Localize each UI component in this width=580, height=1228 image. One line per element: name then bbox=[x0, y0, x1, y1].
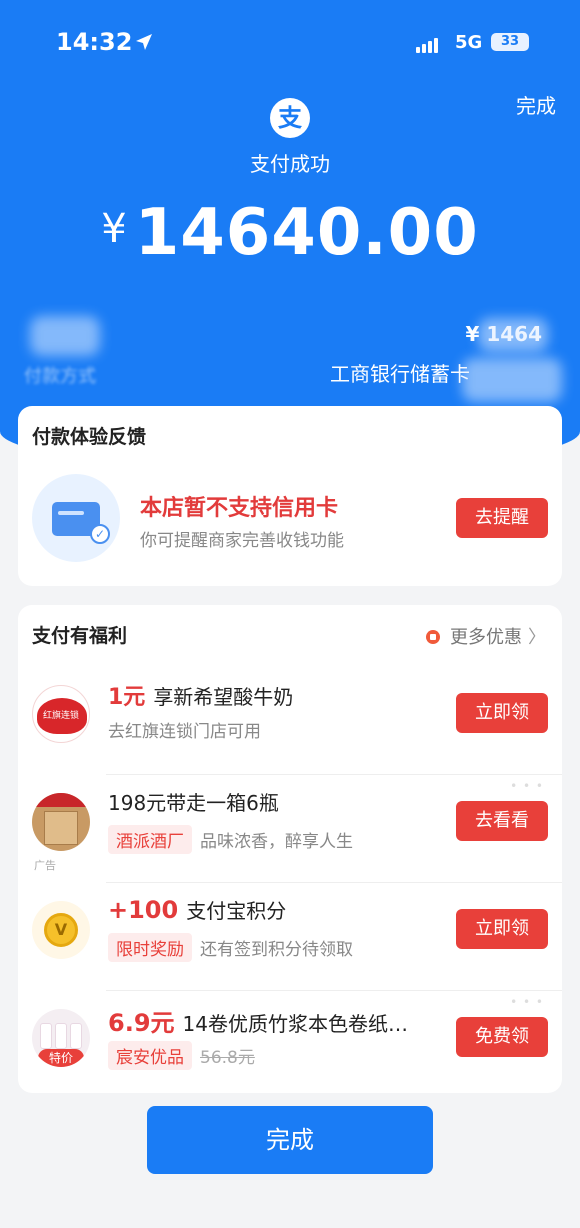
offer-subtext: 去红旗连锁门店可用 bbox=[108, 722, 261, 742]
view-button[interactable]: 去看看 bbox=[456, 801, 548, 841]
liquor-box-icon bbox=[32, 793, 90, 851]
toilet-paper-icon: 特价 bbox=[32, 1009, 90, 1067]
more-offers-link[interactable]: 更多优惠〉 bbox=[426, 623, 546, 649]
merchant-badge: 宸安优品 bbox=[108, 1041, 192, 1070]
payment-amount: ¥14640.00 bbox=[0, 196, 580, 270]
offer-price: 6.9元 bbox=[108, 1009, 175, 1037]
merchant-badge: 酒派酒厂 bbox=[108, 825, 192, 854]
redaction-blur bbox=[478, 318, 548, 352]
more-dots-icon[interactable]: • • • bbox=[510, 779, 544, 793]
list-item[interactable]: • • • 特价 6.9元 14卷优质竹浆本色卷纸… 宸安优品 56.8元 免费领 bbox=[18, 991, 562, 1099]
coupon-icon bbox=[426, 630, 440, 644]
credit-card-icon: ✓ bbox=[32, 474, 120, 562]
points-amount: +100 bbox=[108, 896, 179, 924]
free-claim-button[interactable]: 免费领 bbox=[456, 1017, 548, 1057]
network-type: 5G bbox=[455, 32, 483, 53]
amount-value: 14640.00 bbox=[134, 196, 479, 270]
ad-label: 广告 bbox=[34, 859, 56, 872]
offer-title: 享新希望酸牛奶 bbox=[153, 685, 294, 709]
page-title: 支付成功 bbox=[250, 152, 330, 176]
offer-title: 198元带走一箱6瓶 bbox=[108, 791, 279, 815]
offer-title: 14卷优质竹浆本色卷纸… bbox=[182, 1012, 408, 1036]
offer-subtext: 品味浓香，醉享人生 bbox=[200, 832, 353, 852]
feedback-message: 本店暂不支持信用卡 bbox=[140, 496, 339, 521]
status-time: 14:32 bbox=[56, 28, 133, 56]
payment-method-label: 付款方式 bbox=[24, 366, 96, 387]
remind-merchant-button[interactable]: 去提醒 bbox=[456, 498, 548, 538]
chevron-right-icon: 〉 bbox=[528, 627, 546, 648]
status-bar: 14:32 5G 33 bbox=[0, 28, 580, 58]
benefits-card: 支付有福利 更多优惠〉 红旗连锁 1元 享新希望酸牛奶 去红旗连锁门店可用 立即领… bbox=[18, 605, 562, 1093]
original-price: 56.8元 bbox=[200, 1048, 255, 1068]
list-item[interactable]: 红旗连锁 1元 享新希望酸牛奶 去红旗连锁门店可用 立即领 bbox=[18, 667, 562, 775]
hongqi-logo-icon: 红旗连锁 bbox=[32, 685, 90, 743]
location-arrow-icon bbox=[136, 34, 152, 50]
offer-title: 支付宝积分 bbox=[186, 899, 287, 923]
feedback-card: 付款体验反馈 ✓ 本店暂不支持信用卡 你可提醒商家完善收钱功能 去提醒 bbox=[18, 406, 562, 586]
reward-badge: 限时奖励 bbox=[108, 933, 192, 962]
list-item[interactable]: • • • 广告 198元带走一箱6瓶 酒派酒厂 品味浓香，醉享人生 去看看 bbox=[18, 775, 562, 883]
points-coin-icon: V bbox=[32, 901, 90, 959]
redaction-blur bbox=[462, 358, 562, 402]
feedback-subtext: 你可提醒商家完善收钱功能 bbox=[140, 531, 344, 551]
currency-symbol: ¥ bbox=[101, 206, 127, 252]
done-link[interactable]: 完成 bbox=[516, 90, 556, 119]
offer-price: 1元 bbox=[108, 685, 146, 710]
done-button[interactable]: 完成 bbox=[147, 1106, 433, 1174]
check-icon: ✓ bbox=[90, 524, 110, 544]
offer-subtext: 还有签到积分待领取 bbox=[200, 940, 353, 960]
list-item[interactable]: V +100 支付宝积分 限时奖励 还有签到积分待领取 立即领 bbox=[18, 883, 562, 991]
redaction-blur bbox=[30, 316, 100, 356]
more-dots-icon[interactable]: • • • bbox=[510, 995, 544, 1009]
benefits-title: 支付有福利 bbox=[32, 625, 128, 647]
feedback-title: 付款体验反馈 bbox=[32, 426, 147, 448]
bank-name: 工商银行储蓄卡 bbox=[330, 362, 470, 386]
battery-icon: 33 bbox=[491, 33, 529, 51]
claim-button[interactable]: 立即领 bbox=[456, 693, 548, 733]
alipay-logo-icon: 支 bbox=[270, 98, 310, 138]
claim-button[interactable]: 立即领 bbox=[456, 909, 548, 949]
signal-icon bbox=[416, 34, 440, 53]
